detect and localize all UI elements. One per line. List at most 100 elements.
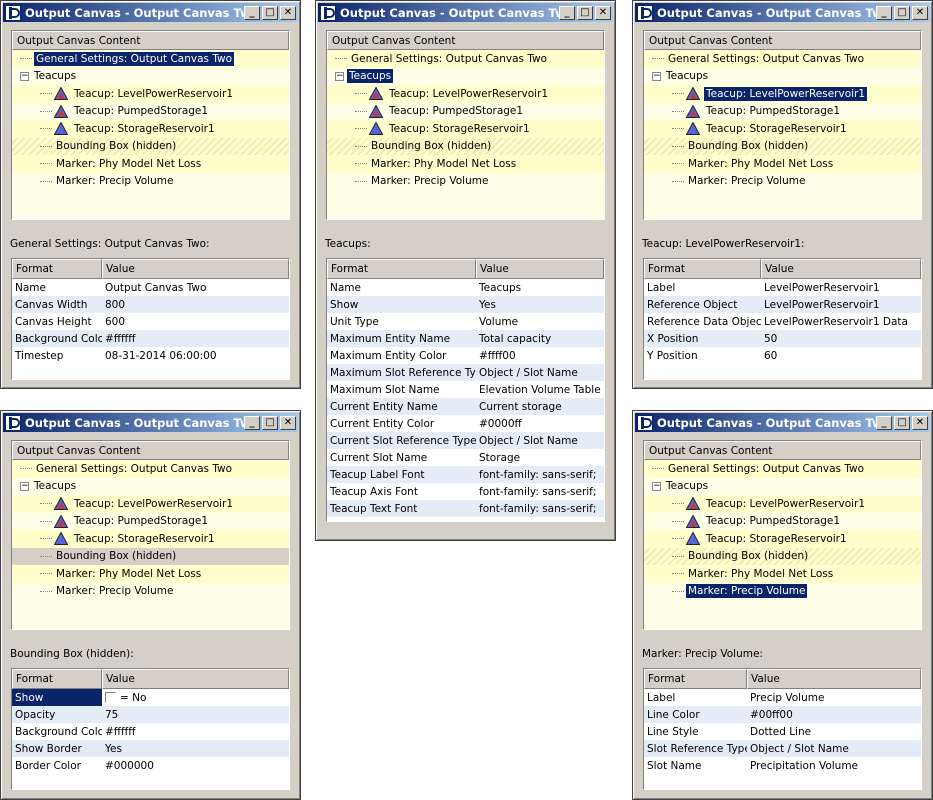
maximize-button[interactable]: □ bbox=[894, 415, 910, 430]
tree-header[interactable]: Output Canvas Content bbox=[12, 31, 289, 50]
content-tree[interactable]: Output Canvas Content General Settings: O… bbox=[11, 30, 290, 220]
tree-item[interactable]: Marker: Phy Model Net Loss bbox=[327, 155, 604, 173]
value-column-header[interactable]: Value bbox=[747, 669, 921, 689]
format-column-header[interactable]: Format bbox=[327, 259, 476, 279]
grid-row[interactable]: Current Entity Name Current storage bbox=[327, 398, 604, 415]
value-cell[interactable]: Current storage bbox=[476, 401, 604, 413]
grid-row[interactable]: Slot Reference Type Object / Slot Name bbox=[644, 740, 921, 757]
window-titlebar[interactable]: Output Canvas - Output Canvas Two _ □ ✕ bbox=[635, 3, 930, 22]
grid-row[interactable]: Unit Type Volume bbox=[327, 313, 604, 330]
tree-item[interactable]: Teacup: PumpedStorage1 bbox=[644, 102, 921, 120]
value-cell[interactable]: Volume bbox=[476, 316, 604, 328]
collapse-toggle-icon[interactable]: − bbox=[20, 481, 29, 491]
tree-item[interactable]: Teacup: LevelPowerReservoir1 bbox=[644, 495, 921, 513]
value-cell[interactable]: #00ff00 bbox=[747, 709, 921, 721]
content-tree[interactable]: Output Canvas Content General Settings: O… bbox=[643, 440, 922, 630]
value-cell[interactable]: #ffffff bbox=[102, 333, 289, 345]
value-cell[interactable]: LevelPowerReservoir1 bbox=[761, 282, 921, 294]
tree-item[interactable]: Teacup: StorageReservoir1 bbox=[644, 530, 921, 548]
grid-row[interactable]: Background Color #ffffff bbox=[12, 723, 289, 740]
tree-item[interactable]: Marker: Precip Volume bbox=[327, 172, 604, 190]
value-cell[interactable]: font-family: sans-serif; bbox=[476, 469, 604, 481]
grid-row[interactable]: Maximum Entity Color #ffff00 bbox=[327, 347, 604, 364]
grid-row[interactable]: Show Yes bbox=[327, 296, 604, 313]
properties-grid[interactable]: Format Value Label Precip Volume Line Color #… bbox=[643, 668, 922, 790]
value-cell[interactable]: = No bbox=[102, 692, 289, 704]
value-cell[interactable]: Storage bbox=[476, 452, 604, 464]
collapse-toggle-icon[interactable]: − bbox=[652, 71, 661, 81]
value-column-header[interactable]: Value bbox=[102, 669, 289, 689]
value-column-header[interactable]: Value bbox=[761, 259, 921, 279]
value-cell[interactable]: #000000 bbox=[102, 760, 289, 772]
tree-item[interactable]: − Teacups bbox=[327, 67, 604, 85]
grid-row[interactable]: Teacup Label Font font-family: sans-serif… bbox=[327, 466, 604, 483]
grid-row[interactable]: Timestep 08-31-2014 06:00:00 bbox=[12, 347, 289, 364]
format-column-header[interactable]: Format bbox=[644, 259, 761, 279]
grid-row[interactable]: Show Border Yes bbox=[12, 740, 289, 757]
grid-row[interactable]: Slot Name Precipitation Volume bbox=[644, 757, 921, 774]
grid-row[interactable]: Show = No bbox=[12, 689, 289, 706]
minimize-button[interactable]: _ bbox=[876, 5, 892, 20]
minimize-button[interactable]: _ bbox=[876, 415, 892, 430]
tree-item[interactable]: Teacup: StorageReservoir1 bbox=[12, 120, 289, 138]
tree-header[interactable]: Output Canvas Content bbox=[327, 31, 604, 50]
show-checkbox[interactable] bbox=[105, 692, 116, 703]
tree-item[interactable]: − Teacups bbox=[12, 67, 289, 85]
close-button[interactable]: ✕ bbox=[912, 415, 928, 430]
value-column-header[interactable]: Value bbox=[476, 259, 604, 279]
grid-row[interactable]: Reference Object LevelPowerReservoir1 bbox=[644, 296, 921, 313]
maximize-button[interactable]: □ bbox=[894, 5, 910, 20]
properties-grid[interactable]: Format Value Name Teacups Show Yes Unit Type Vo… bbox=[326, 258, 605, 522]
tree-item[interactable]: Teacup: LevelPowerReservoir1 bbox=[12, 495, 289, 513]
tree-item[interactable]: Bounding Box (hidden) bbox=[327, 137, 604, 155]
minimize-button[interactable]: _ bbox=[559, 5, 575, 20]
value-cell[interactable]: Object / Slot Name bbox=[476, 435, 604, 447]
value-cell[interactable]: #ffff00 bbox=[476, 350, 604, 362]
value-cell[interactable]: Precipitation Volume bbox=[747, 760, 921, 772]
tree-item[interactable]: Bounding Box (hidden) bbox=[644, 137, 921, 155]
tree-item[interactable]: General Settings: Output Canvas Two bbox=[644, 50, 921, 68]
minimize-button[interactable]: _ bbox=[244, 5, 260, 20]
tree-item[interactable]: Marker: Phy Model Net Loss bbox=[12, 565, 289, 583]
tree-item[interactable]: General Settings: Output Canvas Two bbox=[12, 50, 289, 68]
collapse-toggle-icon[interactable]: − bbox=[652, 481, 661, 491]
tree-item[interactable]: Marker: Phy Model Net Loss bbox=[644, 155, 921, 173]
value-cell[interactable]: #ffffff bbox=[102, 726, 289, 738]
grid-row[interactable]: Teacup Text Font font-family: sans-serif; bbox=[327, 500, 604, 517]
grid-row[interactable]: Name Output Canvas Two bbox=[12, 279, 289, 296]
tree-item[interactable]: Teacup: PumpedStorage1 bbox=[644, 512, 921, 530]
value-cell[interactable]: Teacups bbox=[476, 282, 604, 294]
value-cell[interactable]: Precip Volume bbox=[747, 692, 921, 704]
tree-header[interactable]: Output Canvas Content bbox=[644, 441, 921, 460]
tree-item[interactable]: General Settings: Output Canvas Two bbox=[12, 460, 289, 478]
format-column-header[interactable]: Format bbox=[12, 259, 102, 279]
window-titlebar[interactable]: Output Canvas - Output Canvas Two _ □ ✕ bbox=[3, 3, 298, 22]
value-cell[interactable]: 800 bbox=[102, 299, 289, 311]
value-cell[interactable]: 08-31-2014 06:00:00 bbox=[102, 350, 289, 362]
window-titlebar[interactable]: Output Canvas - Output Canvas Two _ □ ✕ bbox=[3, 413, 298, 432]
value-cell[interactable]: Total capacity bbox=[476, 333, 604, 345]
value-cell[interactable]: Object / Slot Name bbox=[747, 743, 921, 755]
maximize-button[interactable]: □ bbox=[577, 5, 593, 20]
tree-item[interactable]: Marker: Precip Volume bbox=[644, 582, 921, 600]
properties-grid[interactable]: Format Value Label LevelPowerReservoir1 Refe… bbox=[643, 258, 922, 380]
tree-item[interactable]: Bounding Box (hidden) bbox=[644, 547, 921, 565]
tree-header[interactable]: Output Canvas Content bbox=[644, 31, 921, 50]
window-titlebar[interactable]: Output Canvas - Output Canvas Two _ □ ✕ bbox=[318, 3, 613, 22]
maximize-button[interactable]: □ bbox=[262, 5, 278, 20]
value-cell[interactable]: #0000ff bbox=[476, 418, 604, 430]
format-column-header[interactable]: Format bbox=[644, 669, 747, 689]
tree-item[interactable]: Bounding Box (hidden) bbox=[12, 137, 289, 155]
format-column-header[interactable]: Format bbox=[12, 669, 102, 689]
tree-item[interactable]: Teacup: PumpedStorage1 bbox=[327, 102, 604, 120]
tree-item[interactable]: Marker: Precip Volume bbox=[12, 582, 289, 600]
grid-row[interactable]: Opacity 75 bbox=[12, 706, 289, 723]
grid-row[interactable]: Border Color #000000 bbox=[12, 757, 289, 774]
tree-item[interactable]: − Teacups bbox=[644, 477, 921, 495]
value-cell[interactable]: Elevation Volume Table bbox=[476, 384, 604, 396]
grid-row[interactable]: Line Style Dotted Line bbox=[644, 723, 921, 740]
grid-row[interactable]: Y Position 60 bbox=[644, 347, 921, 364]
value-cell[interactable]: Yes bbox=[102, 743, 289, 755]
value-cell[interactable]: LevelPowerReservoir1 Data bbox=[761, 316, 921, 328]
value-cell[interactable]: font-family: sans-serif; bbox=[476, 486, 604, 498]
